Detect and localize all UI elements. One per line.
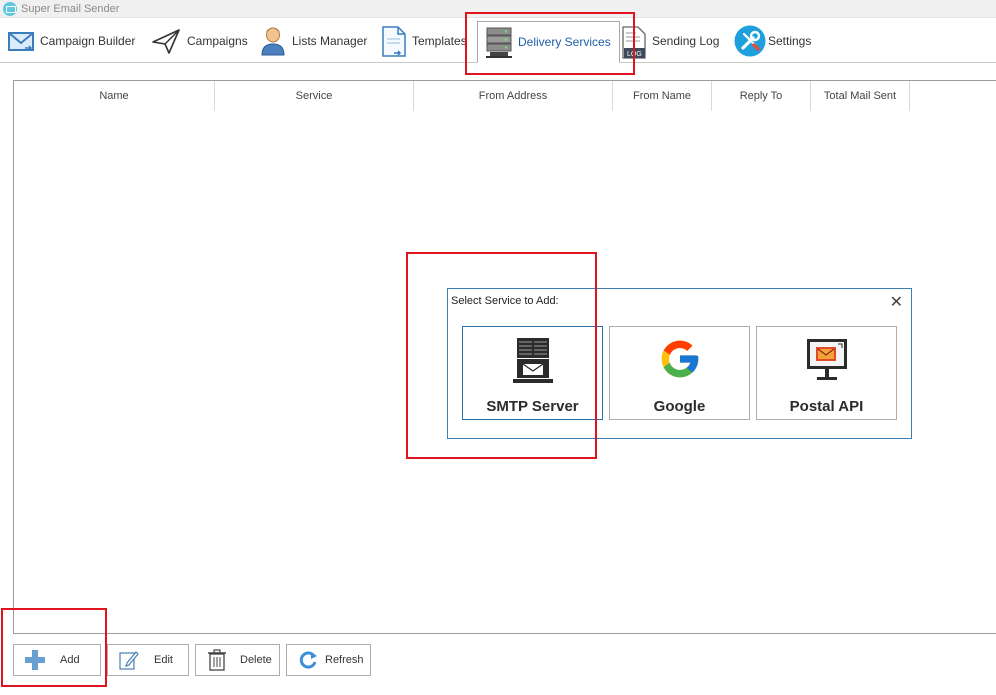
column-header-total-mail-sent[interactable]: Total Mail Sent bbox=[811, 81, 910, 111]
svg-text:LOG: LOG bbox=[627, 51, 642, 58]
column-header-from-address[interactable]: From Address bbox=[414, 81, 613, 111]
document-icon bbox=[380, 26, 406, 57]
edit-button[interactable]: Edit bbox=[107, 644, 189, 676]
edit-pencil-icon bbox=[118, 649, 140, 671]
tab-label: Templates bbox=[412, 34, 467, 48]
service-label: SMTP Server bbox=[486, 398, 579, 415]
service-label: Google bbox=[653, 398, 706, 415]
column-header-service[interactable]: Service bbox=[215, 81, 414, 111]
tab-delivery-services[interactable]: Delivery Services bbox=[477, 21, 620, 63]
add-button[interactable]: Add bbox=[13, 644, 101, 676]
window-title: Super Email Sender bbox=[21, 2, 120, 15]
service-option-smtp-server[interactable]: SMTP Server bbox=[462, 326, 603, 420]
plus-icon bbox=[24, 649, 46, 671]
tab-label: Campaign Builder bbox=[40, 34, 136, 48]
envelope-arrows-icon bbox=[8, 26, 34, 56]
tab-settings[interactable]: Settings bbox=[734, 21, 811, 61]
column-header-name[interactable]: Name bbox=[14, 81, 215, 111]
title-bar: Super Email Sender bbox=[0, 0, 996, 18]
refresh-icon bbox=[297, 649, 319, 671]
google-icon bbox=[658, 337, 702, 383]
refresh-button-label: Refresh bbox=[325, 654, 364, 666]
column-header-from-name[interactable]: From Name bbox=[613, 81, 712, 111]
tab-label: Settings bbox=[768, 34, 812, 48]
add-button-label: Add bbox=[60, 654, 80, 666]
select-service-dialog: Select Service to Add: ✕ SMTP Server Goo… bbox=[447, 288, 912, 439]
tab-sending-log[interactable]: LOG Sending Log bbox=[620, 21, 719, 61]
service-label: Postal API bbox=[789, 398, 864, 415]
user-icon bbox=[260, 26, 286, 56]
smtp-server-icon bbox=[511, 337, 555, 383]
tab-campaigns[interactable]: Campaigns bbox=[151, 21, 248, 61]
delete-button-label: Delete bbox=[240, 654, 272, 666]
main-toolbar: Campaign Builder Campaigns Lists Manager bbox=[0, 18, 996, 63]
tab-templates[interactable]: Templates bbox=[380, 21, 467, 61]
tab-label: Sending Log bbox=[652, 34, 720, 48]
postal-api-icon bbox=[805, 337, 849, 383]
tab-label: Campaigns bbox=[187, 34, 248, 48]
tab-lists-manager[interactable]: Lists Manager bbox=[260, 21, 367, 61]
tab-campaign-builder[interactable]: Campaign Builder bbox=[8, 21, 135, 61]
server-icon bbox=[486, 27, 512, 58]
paper-plane-icon bbox=[151, 26, 181, 56]
edit-button-label: Edit bbox=[154, 654, 173, 666]
service-option-postal-api[interactable]: Postal API bbox=[756, 326, 897, 420]
trash-icon bbox=[208, 649, 230, 671]
refresh-button[interactable]: Refresh bbox=[286, 644, 371, 676]
service-option-google[interactable]: Google bbox=[609, 326, 750, 420]
dialog-title: Select Service to Add: bbox=[451, 295, 559, 307]
delete-button[interactable]: Delete bbox=[195, 644, 280, 676]
tab-label: Lists Manager bbox=[292, 34, 368, 48]
tab-label: Delivery Services bbox=[518, 35, 611, 49]
column-header-reply-to[interactable]: Reply To bbox=[712, 81, 811, 111]
grid-header: Name Service From Address From Name Repl… bbox=[14, 81, 910, 111]
log-icon: LOG bbox=[620, 26, 646, 59]
wrench-screwdriver-icon bbox=[734, 25, 766, 57]
close-icon[interactable]: ✕ bbox=[890, 292, 903, 312]
app-window: Super Email Sender Campaign Builder Camp… bbox=[0, 0, 996, 695]
app-logo-icon bbox=[3, 1, 17, 16]
